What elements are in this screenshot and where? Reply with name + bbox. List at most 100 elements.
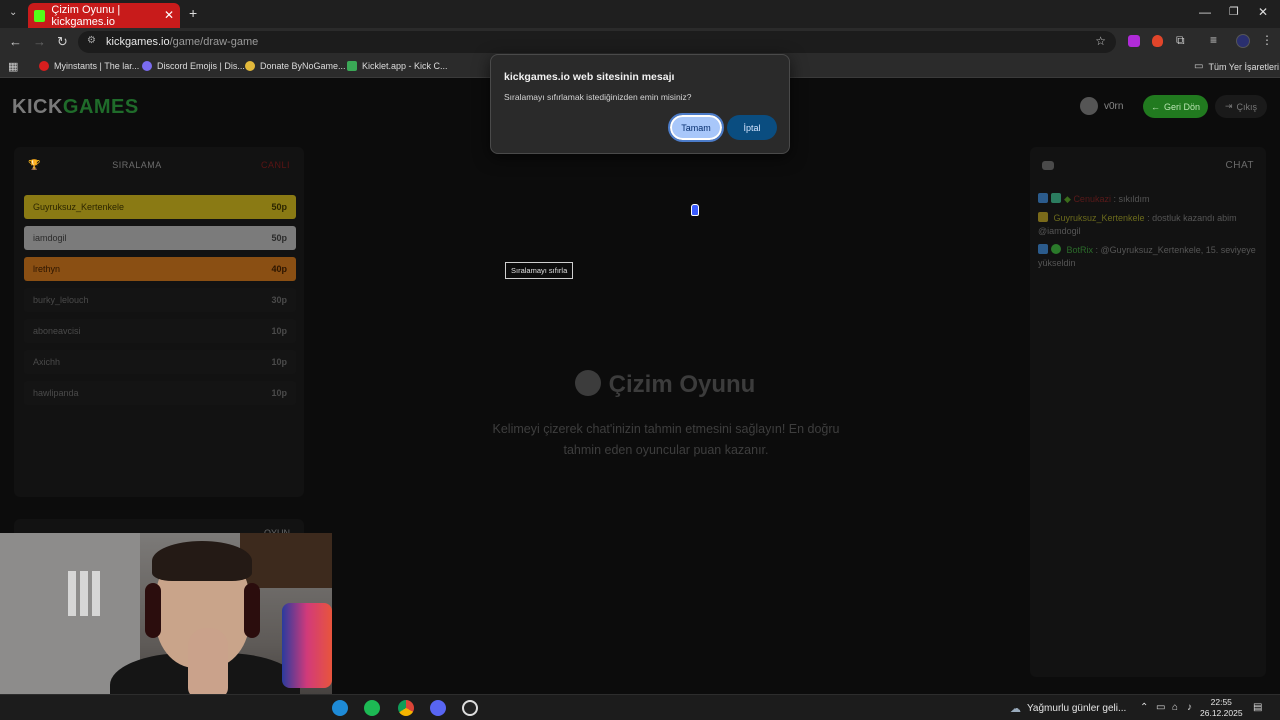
bookmark-label: Discord Emojis | Dis... <box>157 61 245 71</box>
chat-title: CHAT <box>1225 159 1254 171</box>
player-points: 10p <box>271 326 287 336</box>
restore-icon[interactable]: ❐ <box>1229 5 1239 18</box>
spotify-icon[interactable] <box>364 700 380 716</box>
discord-emojis-icon <box>142 61 152 71</box>
mouse-cursor-icon <box>691 204 699 216</box>
browser-tab[interactable]: Çizim Oyunu | kickgames.io ✕ <box>28 3 180 28</box>
leaderboard-row: burky_lelouch 30p <box>24 288 296 312</box>
webcam-shelf <box>240 533 332 588</box>
extension-fire-icon[interactable] <box>1152 35 1163 47</box>
tab-close-icon[interactable]: ✕ <box>164 8 174 22</box>
back-arrow-icon: ← <box>1150 101 1160 112</box>
volume-icon[interactable]: ♪ <box>1187 702 1192 713</box>
weather-text: Yağmurlu günler geli... <box>1027 703 1127 714</box>
tray-chevron-icon[interactable]: ⌃ <box>1140 702 1148 713</box>
ok-button[interactable]: Tamam <box>668 113 724 142</box>
leaderboard-title: SIRALAMA <box>112 160 162 170</box>
kickgames-favicon-icon <box>34 9 46 22</box>
cancel-button[interactable]: İptal <box>727 115 777 140</box>
chat-header: CHAT <box>1030 147 1266 183</box>
live-badge: CANLI <box>260 160 290 170</box>
leaderboard-row: lrethyn 40p <box>24 257 296 281</box>
browser-tab-bar: ⌄ Çizim Oyunu | kickgames.io ✕ + — ❐ ✕ <box>0 0 1280 28</box>
leaderboard-row: iamdogil 50p <box>24 226 296 250</box>
diamond-icon: ◆ <box>1064 194 1071 204</box>
chat-username[interactable]: BotRix <box>1067 245 1094 255</box>
avatar <box>1080 97 1098 115</box>
badge-icon <box>1051 193 1061 203</box>
url-bar[interactable]: ⚙ kickgames.io/game/draw-game ☆ <box>78 31 1116 53</box>
bookmark-label: Kicklet.app - Kick C... <box>362 61 448 71</box>
minimize-icon[interactable]: — <box>1199 5 1211 19</box>
logout-button-label: Çıkış <box>1236 101 1258 112</box>
rain-cloud-icon: ☁ <box>1010 703 1021 715</box>
page-description: Kelimeyi çizerek chat'inizin tahmin etme… <box>492 422 840 457</box>
player-points: 50p <box>271 233 287 243</box>
webcam-headset <box>145 583 161 638</box>
bookmark-item[interactable]: Kicklet.app - Kick C... <box>347 61 448 71</box>
leaderboard-panel: 🏆 SIRALAMA CANLI Guyruksuz_Kertenkele 50p… <box>14 147 304 497</box>
chat-message: Guyruksuz_Kertenkele : dostluk kazandı a… <box>1038 212 1237 236</box>
back-button[interactable]: ← Geri Dön <box>1143 95 1208 118</box>
chat-text: sıkıldım <box>1118 194 1150 204</box>
dialog-message: Sıralamayı sıfırlamak istediğinizden emi… <box>504 92 692 102</box>
edge-icon[interactable] <box>332 700 348 716</box>
media-control-icon[interactable]: ≡ <box>1210 33 1217 47</box>
bookmark-item[interactable]: Donate ByNoGame... <box>245 61 346 71</box>
webcam-wall-frames <box>68 571 103 616</box>
confirm-dialog: kickgames.io web sitesinin mesajı Sırala… <box>490 54 790 154</box>
webcam-hand <box>188 628 228 698</box>
folder-icon: ▭ <box>1194 61 1204 72</box>
logout-icon: ⇥ <box>1224 101 1233 111</box>
bookmark-item[interactable]: Myinstants | The lar... <box>39 61 139 71</box>
discord-icon[interactable] <box>430 700 446 716</box>
profile-avatar-icon[interactable] <box>1236 34 1250 48</box>
player-name: iamdogil <box>33 233 67 243</box>
forward-arrow-icon[interactable]: → <box>33 34 46 49</box>
webcam-overlay <box>0 533 332 720</box>
bookmark-item[interactable]: Discord Emojis | Dis... <box>142 61 245 71</box>
leaderboard-row: Guyruksuz_Kertenkele 50p <box>24 195 296 219</box>
reload-icon[interactable]: ↻ <box>57 34 68 50</box>
chat-username[interactable]: Guyruksuz_Kertenkele <box>1054 213 1145 223</box>
browser-menu-icon[interactable]: ⋮ <box>1261 33 1273 47</box>
extensions-puzzle-icon[interactable]: ⧉ <box>1176 33 1185 48</box>
chrome-icon[interactable] <box>398 700 414 716</box>
webcam-headset <box>244 583 260 638</box>
user-profile[interactable]: v0rn <box>1080 97 1123 115</box>
window-close-icon[interactable]: ✕ <box>1258 5 1268 19</box>
chat-panel: CHAT ◆ Cenukazi : sıkıldım Guyruksuz_Ker… <box>1030 147 1266 677</box>
player-name: burky_lelouch <box>33 295 89 305</box>
dialog-title: kickgames.io web sitesinin mesajı <box>504 71 675 83</box>
chat-bubble-icon <box>1042 160 1054 170</box>
badge-icon <box>1038 193 1048 203</box>
chat-message: ◆ Cenukazi : sıkıldım <box>1038 193 1258 206</box>
windows-taskbar: ☁ Yağmurlu günler geli... ⌃ ▭ ⌂ ♪ 22:55 … <box>0 694 1280 720</box>
weather-widget[interactable]: ☁ Yağmurlu günler geli... <box>1010 702 1126 715</box>
obs-icon[interactable] <box>462 700 478 716</box>
clock-time: 22:55 <box>1210 697 1232 707</box>
player-points: 40p <box>271 264 287 274</box>
notifications-icon[interactable]: ▤ <box>1253 702 1262 713</box>
extension-icon[interactable] <box>1128 35 1140 47</box>
all-bookmarks-folder[interactable]: ▭ Tüm Yer İşaretleri <box>1194 61 1279 72</box>
back-arrow-icon[interactable]: ← <box>9 34 22 49</box>
chat-username[interactable]: Cenukazi <box>1073 194 1111 204</box>
bookmark-star-icon[interactable]: ☆ <box>1095 34 1106 48</box>
kickgames-logo[interactable]: KICKGAMES <box>12 96 139 119</box>
logout-button[interactable]: ⇥ Çıkış <box>1215 95 1267 118</box>
site-info-icon[interactable]: ⚙ <box>87 35 96 46</box>
tab-search-icon[interactable]: ⌄ <box>9 7 17 18</box>
verified-icon <box>1051 244 1061 254</box>
back-button-label: Geri Dön <box>1163 101 1200 112</box>
tray-monitor-icon[interactable]: ▭ <box>1156 702 1165 713</box>
new-tab-button[interactable]: + <box>189 5 197 21</box>
apps-grid-icon[interactable]: ▦ <box>8 60 18 73</box>
chat-message: BotRix : @Guyruksuz_Kertenkele, 15. sevi… <box>1038 244 1256 268</box>
bynogame-icon <box>245 61 255 71</box>
player-points: 10p <box>271 357 287 367</box>
network-icon[interactable]: ⌂ <box>1172 702 1178 713</box>
url-host: kickgames.io <box>106 36 170 48</box>
taskbar-clock[interactable]: 22:55 26.12.2025 <box>1200 697 1243 719</box>
badge-icon <box>1038 244 1048 254</box>
